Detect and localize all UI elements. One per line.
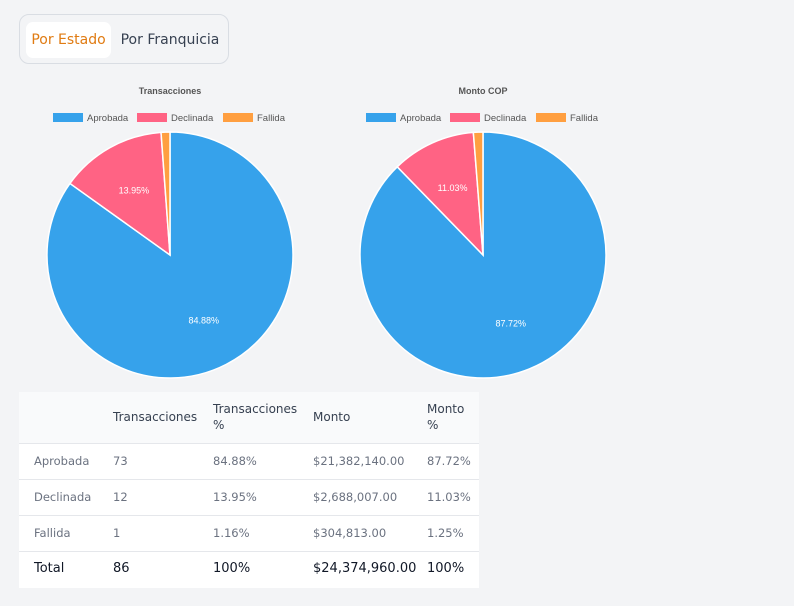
header-monto: Monto <box>313 410 351 425</box>
legend-label: Aprobada <box>87 113 129 124</box>
slice-percent-label: 84.88% <box>188 316 219 326</box>
cell-monto-pct: 87.72% <box>427 454 471 468</box>
slice-percent-label: 13.95% <box>119 186 150 196</box>
total-transacciones-pct: 100% <box>213 561 251 577</box>
total-label: Total <box>34 561 65 577</box>
legend-swatch <box>137 113 167 122</box>
legend-swatch <box>450 113 480 122</box>
legend-item-fallida[interactable]: Fallida <box>536 113 599 124</box>
legend-swatch <box>223 113 253 122</box>
cell-transacciones-pct: 13.95% <box>213 490 257 504</box>
header-empty <box>19 392 113 443</box>
header-transacciones: Transacciones <box>113 410 198 425</box>
legend-label: Fallida <box>257 113 286 124</box>
header-transacciones-pct: Transacciones% <box>213 402 298 433</box>
view-tabs: Por Estado Por Franquicia <box>19 14 229 64</box>
pie-svg: Monto COP Aprobada Declinada Fallida 87.72% 1… <box>359 86 607 379</box>
pie-svg: Transacciones Aprobada Declinada Fallida 84.… <box>46 86 294 379</box>
table-row: Aprobada 73 84.88% $21,382,140.00 87.72% <box>19 443 479 479</box>
header-monto-pct: Monto% <box>427 402 465 433</box>
total-transacciones: 86 <box>113 561 130 577</box>
legend-item-aprobada[interactable]: Aprobada <box>366 113 442 124</box>
summary-table: Transacciones Transacciones% Monto Monto… <box>19 392 479 588</box>
table-row: Fallida 1 1.16% $304,813.00 1.25% <box>19 515 479 551</box>
chart-title: Monto COP <box>459 86 508 96</box>
tab-por-estado[interactable]: Por Estado <box>26 22 111 58</box>
cell-monto-pct: 1.25% <box>427 526 464 540</box>
slice-percent-label: 87.72% <box>496 318 527 328</box>
legend-item-aprobada[interactable]: Aprobada <box>53 113 129 124</box>
legend-label: Fallida <box>570 113 599 124</box>
cell-monto-pct: 11.03% <box>427 490 471 504</box>
tab-por-franquicia[interactable]: Por Franquicia <box>118 22 222 58</box>
table-header-row: Transacciones Transacciones% Monto Monto… <box>19 392 479 443</box>
legend-item-declinada[interactable]: Declinada <box>137 113 214 124</box>
row-label: Fallida <box>34 526 71 540</box>
cell-transacciones-pct: 84.88% <box>213 454 257 468</box>
legend-item-fallida[interactable]: Fallida <box>223 113 286 124</box>
transacciones-pie-chart: Transacciones Aprobada Declinada Fallida 84.… <box>20 78 320 382</box>
legend-label: Declinada <box>484 113 527 124</box>
cell-monto: $21,382,140.00 <box>313 454 405 468</box>
cell-transacciones-pct: 1.16% <box>213 526 250 540</box>
total-monto-pct: 100% <box>427 561 465 577</box>
chart-title: Transacciones <box>139 86 202 96</box>
legend-item-declinada[interactable]: Declinada <box>450 113 527 124</box>
legend-label: Aprobada <box>400 113 442 124</box>
cell-transacciones: 1 <box>113 526 121 540</box>
cell-transacciones: 73 <box>113 454 128 468</box>
row-label: Declinada <box>34 490 92 504</box>
legend-label: Declinada <box>171 113 214 124</box>
legend-swatch <box>53 113 83 122</box>
legend-swatch <box>536 113 566 122</box>
monto-cop-pie-chart: Monto COP Aprobada Declinada Fallida 87.72% 1… <box>333 78 633 382</box>
cell-monto: $304,813.00 <box>313 526 387 540</box>
row-label: Aprobada <box>34 454 90 468</box>
total-monto: $24,374,960.00 <box>313 561 417 577</box>
legend-swatch <box>366 113 396 122</box>
table-total-row: Total 86 100% $24,374,960.00 100% <box>19 551 479 586</box>
cell-monto: $2,688,007.00 <box>313 490 398 504</box>
slice-percent-label: 11.03% <box>438 183 468 193</box>
table-row: Declinada 12 13.95% $2,688,007.00 11.03% <box>19 479 479 515</box>
cell-transacciones: 12 <box>113 490 128 504</box>
